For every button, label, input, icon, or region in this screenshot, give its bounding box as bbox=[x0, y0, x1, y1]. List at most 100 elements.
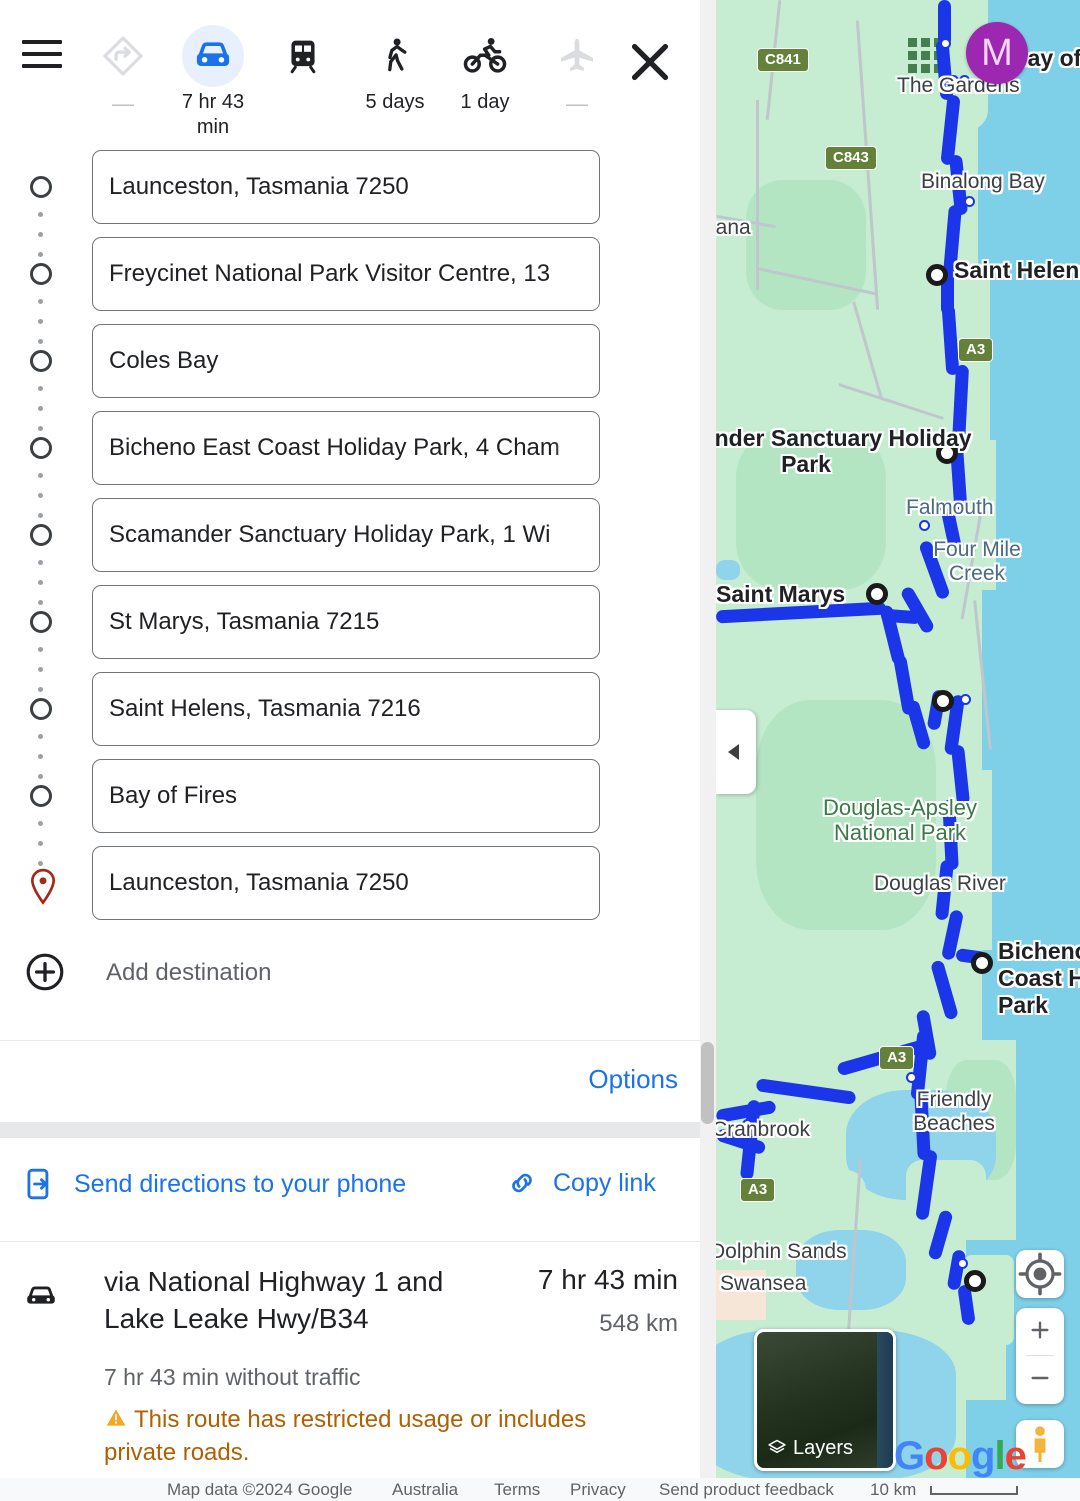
waypoint-circle-icon[interactable] bbox=[30, 176, 52, 198]
waypoint-input-8[interactable]: Launceston, Tasmania 7250 bbox=[92, 846, 600, 920]
road-shield-c841: C841 bbox=[757, 48, 809, 72]
add-destination-button[interactable]: Add destination bbox=[0, 933, 716, 1025]
mode-best-route-label: — bbox=[112, 91, 134, 116]
land-area bbox=[966, 1330, 1006, 1400]
account-avatar[interactable]: M bbox=[966, 22, 1028, 84]
route-waypoint-dot[interactable] bbox=[919, 520, 930, 531]
waypoint-input-7[interactable]: Bay of Fires bbox=[92, 759, 600, 833]
zoom-controls[interactable] bbox=[1016, 1308, 1064, 1404]
waypoint-value: Bicheno East Coast Holiday Park, 4 Cham bbox=[109, 434, 560, 461]
close-button[interactable] bbox=[622, 34, 678, 90]
waypoint-value: Launceston, Tasmania 7250 bbox=[109, 173, 409, 200]
mode-best-route[interactable]: — bbox=[80, 22, 166, 118]
map-canvas[interactable]: C841 C843 A3 A3 A3 The Gardens Binalong … bbox=[716, 0, 1080, 1501]
waypoint-input-4[interactable]: Scamander Sanctuary Holiday Park, 1 Wi bbox=[92, 498, 600, 572]
mode-driving-label: 7 hr 43 min bbox=[181, 91, 245, 138]
footer-send-feedback[interactable]: Send product feedback bbox=[659, 1480, 834, 1500]
map-label-dolphin-sands: Dolphin Sands bbox=[716, 1240, 847, 1263]
plus-circle-icon bbox=[24, 951, 66, 998]
waypoint-input-6[interactable]: Saint Helens, Tasmania 7216 bbox=[92, 672, 600, 746]
waypoint-row: St Marys, Tasmania 7215 bbox=[0, 585, 716, 692]
waypoint-input-3[interactable]: Bicheno East Coast Holiday Park, 4 Cham bbox=[92, 411, 600, 485]
waypoint-row: Coles Bay bbox=[0, 324, 716, 431]
google-logo: Google bbox=[894, 1434, 1027, 1478]
footer-terms[interactable]: Terms bbox=[494, 1480, 540, 1500]
directions-panel: — 7 hr 43 min 5 days 1 day — Launceston,… bbox=[0, 0, 716, 1478]
waypoint-row: Launceston, Tasmania 7250 bbox=[0, 846, 716, 933]
route-waypoint-saint-marys[interactable] bbox=[866, 583, 888, 605]
zoom-out-button[interactable] bbox=[1016, 1356, 1064, 1403]
mode-transit[interactable] bbox=[260, 22, 346, 90]
mode-cycling-label: 1 day bbox=[460, 91, 510, 113]
route-waypoint-dot[interactable] bbox=[957, 1258, 968, 1269]
hamburger-menu-icon[interactable] bbox=[22, 40, 62, 70]
layers-button[interactable]: Layers bbox=[754, 1329, 896, 1471]
map-label-falmouth: Falmouth bbox=[906, 496, 994, 519]
collapse-panel-button[interactable] bbox=[716, 710, 756, 794]
route-waypoint-junction[interactable] bbox=[932, 690, 954, 712]
route-waypoint-saint-helens[interactable] bbox=[926, 264, 948, 286]
footer-privacy[interactable]: Privacy bbox=[570, 1480, 626, 1500]
layers-label: Layers bbox=[793, 1437, 854, 1459]
road-shield-c843: C843 bbox=[825, 146, 877, 170]
waypoint-input-1[interactable]: Freycinet National Park Visitor Centre, … bbox=[92, 237, 600, 311]
map-label-friendly-beaches: Friendly Beaches bbox=[913, 1088, 995, 1135]
footer-scale-label: 10 km bbox=[870, 1480, 917, 1499]
map-label-swansea: Swansea bbox=[720, 1272, 807, 1295]
route-waypoint-bicheno[interactable] bbox=[971, 952, 993, 974]
mode-driving[interactable]: 7 hr 43 min bbox=[170, 22, 256, 140]
copy-link-button[interactable]: Copy link bbox=[505, 1166, 656, 1200]
warning-triangle-icon bbox=[106, 1409, 126, 1426]
mode-walking-label: 5 days bbox=[365, 91, 425, 113]
waypoint-circle-icon[interactable] bbox=[30, 524, 52, 546]
map-label-saint-marys: Saint Marys bbox=[716, 581, 846, 607]
route-waypoint-dot[interactable] bbox=[906, 1072, 917, 1083]
share-row: Send directions to your phone Copy link bbox=[0, 1138, 700, 1242]
link-icon bbox=[512, 1173, 532, 1193]
waypoint-row: Launceston, Tasmania 7250 bbox=[0, 150, 716, 257]
travel-mode-bar: — 7 hr 43 min 5 days 1 day — bbox=[0, 0, 716, 150]
map-label-four-mile-creek: Four Mile Creek bbox=[933, 538, 1021, 585]
route-waypoint-dot[interactable] bbox=[964, 196, 975, 207]
walking-icon bbox=[352, 22, 438, 90]
route-warning-text: This route has restricted usage or inclu… bbox=[104, 1406, 587, 1466]
best-route-icon bbox=[80, 22, 166, 90]
waypoint-circle-icon[interactable] bbox=[30, 785, 52, 807]
waypoint-input-0[interactable]: Launceston, Tasmania 7250 bbox=[92, 150, 600, 224]
waypoint-value: Scamander Sanctuary Holiday Park, 1 Wi bbox=[109, 521, 551, 548]
my-location-button[interactable] bbox=[1016, 1250, 1064, 1298]
waypoint-input-5[interactable]: St Marys, Tasmania 7215 bbox=[92, 585, 600, 659]
mode-walking[interactable]: 5 days bbox=[352, 22, 438, 115]
options-link[interactable]: Options bbox=[588, 1064, 678, 1095]
map-label-jana: jana bbox=[716, 216, 751, 239]
panel-scrollbar-thumb[interactable] bbox=[701, 1042, 714, 1124]
route-waypoint-coles-bay[interactable] bbox=[964, 1270, 986, 1292]
send-directions-to-phone-button[interactable]: Send directions to your phone bbox=[22, 1166, 406, 1202]
satellite-thumbnail bbox=[877, 1332, 893, 1468]
map-attribution-footer: Map data ©2024 Google Australia Terms Pr… bbox=[0, 1478, 1080, 1501]
footer-country[interactable]: Australia bbox=[392, 1480, 458, 1500]
close-icon bbox=[631, 43, 669, 81]
text-truncation-fade bbox=[553, 239, 599, 310]
directions-panel-top: — 7 hr 43 min 5 days 1 day — Launceston,… bbox=[0, 0, 716, 1040]
waypoint-circle-icon[interactable] bbox=[30, 611, 52, 633]
waypoint-circle-icon[interactable] bbox=[30, 437, 52, 459]
mode-flights[interactable]: — bbox=[534, 22, 620, 118]
zoom-in-button[interactable] bbox=[1016, 1308, 1064, 1355]
waypoint-row: Bicheno East Coast Holiday Park, 4 Cham bbox=[0, 411, 716, 518]
mode-cycling[interactable]: 1 day bbox=[442, 22, 528, 115]
map-label-cranbrook: Cranbrook bbox=[716, 1118, 811, 1141]
hamburger-line bbox=[22, 52, 62, 56]
waypoint-circle-icon[interactable] bbox=[30, 263, 52, 285]
panel-scrollbar-track[interactable] bbox=[700, 0, 716, 1478]
destination-pin-icon[interactable] bbox=[26, 868, 60, 913]
my-location-icon bbox=[1018, 1252, 1062, 1296]
route-waypoint-dot[interactable] bbox=[940, 38, 951, 49]
route-waypoint-dot[interactable] bbox=[960, 694, 971, 705]
waypoint-input-2[interactable]: Coles Bay bbox=[92, 324, 600, 398]
map-label-saint-helens: Saint Helens bbox=[954, 257, 1080, 283]
flight-icon bbox=[534, 22, 620, 90]
waypoint-circle-icon[interactable] bbox=[30, 698, 52, 720]
waypoint-circle-icon[interactable] bbox=[30, 350, 52, 372]
road-line bbox=[756, 100, 759, 290]
